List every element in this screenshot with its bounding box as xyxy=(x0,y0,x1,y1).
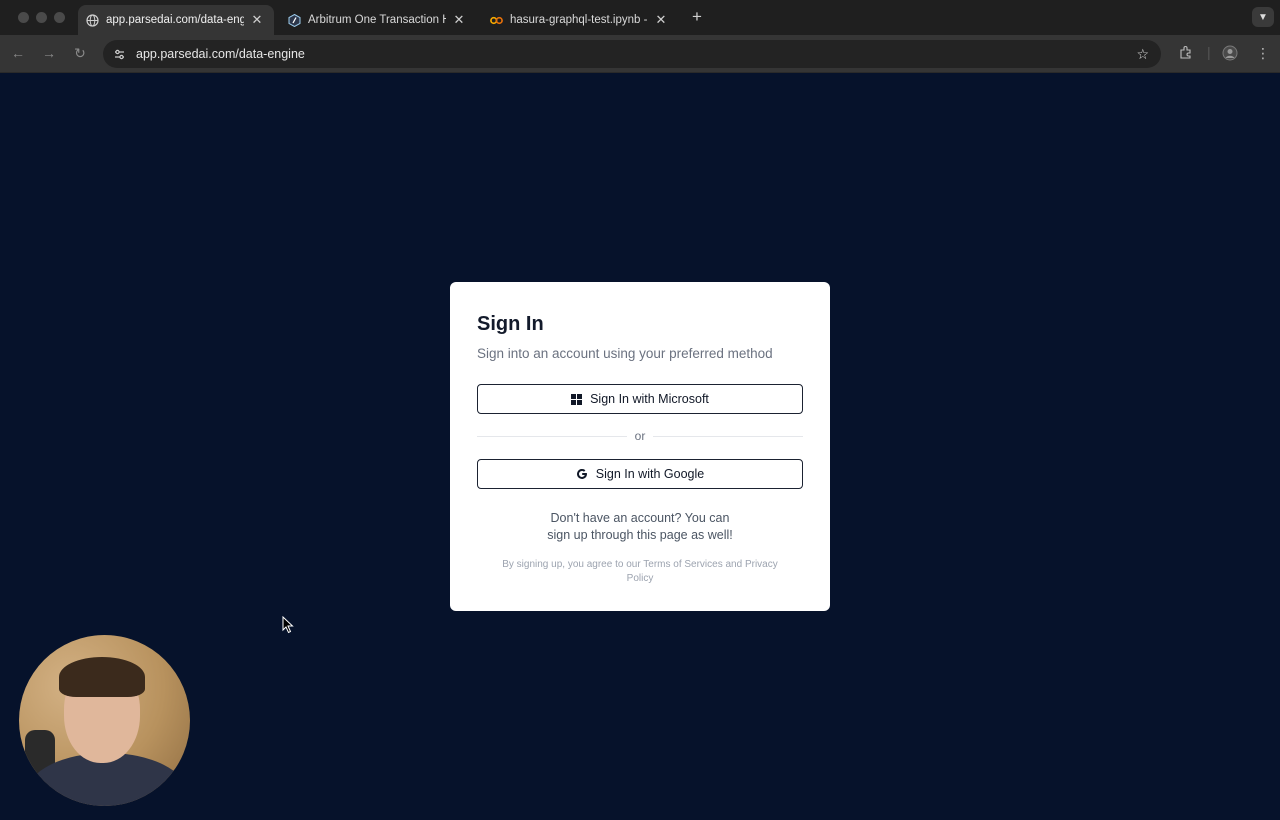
terms-note-line[interactable]: By signing up, you agree to our Terms of… xyxy=(477,558,803,572)
signin-google-label: Sign In with Google xyxy=(595,467,705,481)
browser-toolbar: ← → ↻ app.parsedai.com/data-engine ☆ | ⋮ xyxy=(0,35,1280,73)
new-tab-button[interactable]: + xyxy=(688,7,706,27)
terms-note: By signing up, you agree to our Terms of… xyxy=(477,558,803,586)
tab-parsedai[interactable]: app.parsedai.com/data-engin ✕ xyxy=(78,5,274,35)
close-window-button[interactable] xyxy=(18,12,29,23)
toolbar-separator: | xyxy=(1207,44,1211,60)
address-bar[interactable]: app.parsedai.com/data-engine ☆ xyxy=(103,40,1161,68)
signin-card: Sign In Sign into an account using your … xyxy=(450,282,830,611)
tab-colab[interactable]: hasura-graphql-test.ipynb - C ✕ xyxy=(482,5,678,35)
signup-note-line: sign up through this page as well! xyxy=(547,528,733,542)
signin-microsoft-label: Sign In with Microsoft xyxy=(590,392,709,406)
profile-avatar-icon[interactable] xyxy=(1222,45,1238,64)
tab-title: Arbitrum One Transaction Ha xyxy=(308,14,446,26)
tab-arbitrum[interactable]: Arbitrum One Transaction Ha ✕ xyxy=(280,5,476,35)
signin-microsoft-button[interactable]: Sign In with Microsoft xyxy=(477,384,803,414)
close-tab-icon[interactable]: ✕ xyxy=(250,12,264,28)
kebab-menu-icon[interactable]: ⋮ xyxy=(1256,45,1270,62)
signin-subtitle: Sign into an account using your preferre… xyxy=(477,346,773,361)
windows-logo-icon xyxy=(571,393,583,405)
terms-note-line[interactable]: Policy xyxy=(477,572,803,586)
close-tab-icon[interactable]: ✕ xyxy=(452,12,466,28)
globe-icon xyxy=(86,13,99,27)
mouse-cursor-icon xyxy=(282,615,294,634)
webcam-overlay xyxy=(19,635,190,806)
browser-window: app.parsedai.com/data-engin ✕ Arbitrum O… xyxy=(0,0,1280,820)
signup-note-line: Don't have an account? You can xyxy=(550,511,730,525)
site-settings-icon[interactable] xyxy=(112,47,126,61)
reload-icon[interactable]: ↻ xyxy=(71,45,89,62)
minimize-window-button[interactable] xyxy=(36,12,47,23)
colab-logo-icon xyxy=(490,14,503,27)
url-text: app.parsedai.com/data-engine xyxy=(136,47,305,61)
tab-search-button[interactable]: ▼ xyxy=(1252,7,1274,27)
back-arrow-icon[interactable]: ← xyxy=(9,45,27,61)
tab-title: hasura-graphql-test.ipynb - C xyxy=(510,14,648,26)
google-logo-icon xyxy=(576,468,588,480)
page-title: Sign In xyxy=(477,313,544,335)
tab-strip: app.parsedai.com/data-engin ✕ Arbitrum O… xyxy=(0,0,1280,35)
tab-title: app.parsedai.com/data-engin xyxy=(106,14,244,26)
bookmark-star-icon[interactable]: ☆ xyxy=(1136,46,1149,63)
forward-arrow-icon[interactable]: → xyxy=(40,45,58,61)
arbitrum-logo-icon xyxy=(288,13,301,27)
or-divider: or xyxy=(477,429,803,443)
close-tab-icon[interactable]: ✕ xyxy=(654,12,668,28)
extensions-icon[interactable] xyxy=(1178,45,1193,63)
or-text: or xyxy=(634,429,646,443)
signin-google-button[interactable]: Sign In with Google xyxy=(477,459,803,489)
signup-note: Don't have an account? You can sign up t… xyxy=(477,510,803,544)
maximize-window-button[interactable] xyxy=(54,12,65,23)
